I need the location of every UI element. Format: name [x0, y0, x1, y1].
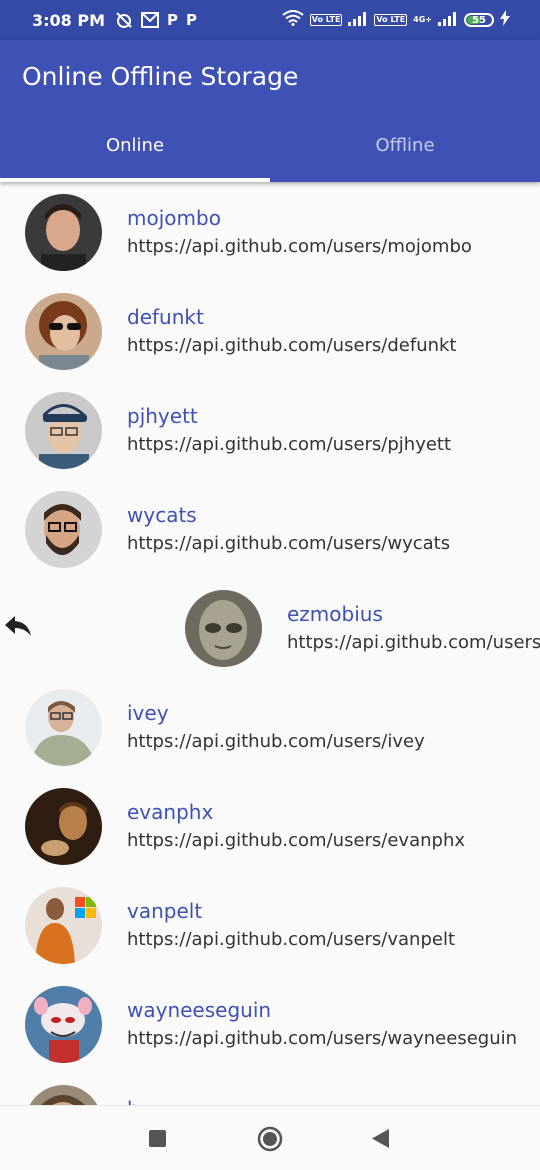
avatar [25, 293, 102, 370]
tab-online[interactable]: Online [0, 112, 270, 182]
list-item[interactable]: wycats https://api.github.com/users/wyca… [0, 479, 540, 578]
avatar [25, 788, 102, 865]
list-item[interactable]: b [0, 1073, 540, 1105]
home-circle-icon[interactable] [257, 1126, 283, 1156]
list-item[interactable]: evanphx https://api.github.com/users/eva… [0, 776, 540, 875]
user-list[interactable]: mojombo https://api.github.com/users/moj… [0, 182, 540, 1105]
app-title: Online Offline Storage [22, 62, 299, 91]
app-bar: Online Offline Storage Online Offline [0, 40, 540, 182]
volte-badge: Vo LTE [309, 14, 343, 26]
alarm-off-icon [115, 11, 133, 29]
user-name: ezmobius [287, 602, 383, 626]
network-type: 4G+ [413, 15, 432, 24]
charging-icon [500, 10, 510, 30]
nav-bar [0, 1105, 540, 1170]
user-url: https://api.github.com/users/wayneesegui… [127, 1028, 518, 1049]
volte-badge-2: Vo LTE [374, 14, 408, 26]
reply-icon[interactable] [4, 614, 32, 638]
tab-online-label: Online [105, 134, 165, 156]
signal-icon [438, 11, 458, 30]
user-name: pjhyett [127, 404, 198, 428]
avatar [25, 689, 102, 766]
list-item-swiped[interactable]: ezmobius https://api.github.com/users/ez… [0, 578, 540, 677]
battery-level: 55 [472, 14, 486, 26]
user-url: https://api.github.com/users/vanpelt [127, 929, 456, 950]
list-item[interactable]: mojombo https://api.github.com/users/moj… [0, 182, 540, 281]
user-name: wayneeseguin [127, 998, 272, 1022]
list-item[interactable]: pjhyett https://api.github.com/users/pjh… [0, 380, 540, 479]
user-url: https://api.github.com/users/evanphx [127, 830, 466, 851]
user-name: defunkt [127, 305, 204, 329]
user-name: evanphx [127, 800, 214, 824]
tab-offline-label: Offline [375, 134, 435, 156]
p-icon: P [167, 11, 179, 29]
user-name: vanpelt [127, 899, 203, 923]
gmail-icon [141, 12, 160, 28]
list-item[interactable]: wayneeseguin https://api.github.com/user… [0, 974, 540, 1073]
user-name: wycats [127, 503, 197, 527]
user-name: b [127, 1097, 140, 1105]
user-url: https://api.github.com/users/pjhyett [127, 434, 452, 455]
user-url: https://api.github.com/users/defunkt [127, 335, 457, 356]
wifi-icon [282, 10, 304, 30]
avatar [25, 194, 102, 271]
recents-square-icon[interactable] [149, 1130, 166, 1151]
avatar [25, 491, 102, 568]
user-url: https://api.github.com/users/wycats [127, 533, 451, 554]
avatar [25, 1085, 102, 1105]
status-time: 3:08 PM [32, 10, 106, 30]
tab-bar: Online Offline [0, 112, 540, 182]
avatar [25, 887, 102, 964]
avatar [25, 986, 102, 1063]
tab-offline[interactable]: Offline [270, 112, 540, 182]
battery-icon: 55 [464, 13, 494, 27]
list-item[interactable]: ivey https://api.github.com/users/ivey [0, 677, 540, 776]
signal-icon [348, 11, 368, 30]
user-url: https://api.github.com/users/mojombo [127, 236, 472, 257]
p-icon: P [186, 11, 198, 29]
list-item[interactable]: vanpelt https://api.github.com/users/van… [0, 875, 540, 974]
list-item[interactable]: defunkt https://api.github.com/users/def… [0, 281, 540, 380]
user-url: https://api.github.com/users/ivey [127, 731, 425, 752]
status-bar: 3:08 PM P P Vo LTE Vo LTE 4G+ 55 [0, 0, 540, 40]
tab-indicator [0, 178, 270, 182]
user-name: mojombo [127, 206, 221, 230]
avatar [25, 392, 102, 469]
back-triangle-icon[interactable] [372, 1129, 389, 1152]
user-name: ivey [127, 701, 169, 725]
user-url: https://api.github.com/users/ezmobius [287, 632, 540, 653]
avatar [185, 590, 262, 667]
